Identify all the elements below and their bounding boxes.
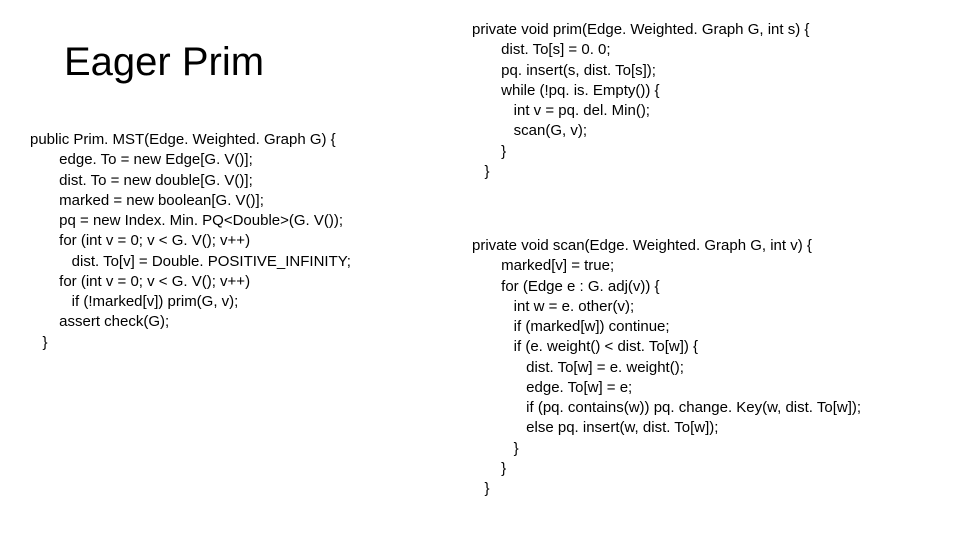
slide-title: Eager Prim — [64, 40, 264, 85]
prim-method-code: private void prim(Edge. Weighted. Graph … — [472, 20, 809, 182]
constructor-code: public Prim. MST(Edge. Weighted. Graph G… — [30, 130, 351, 353]
scan-method-code: private void scan(Edge. Weighted. Graph … — [472, 236, 861, 499]
